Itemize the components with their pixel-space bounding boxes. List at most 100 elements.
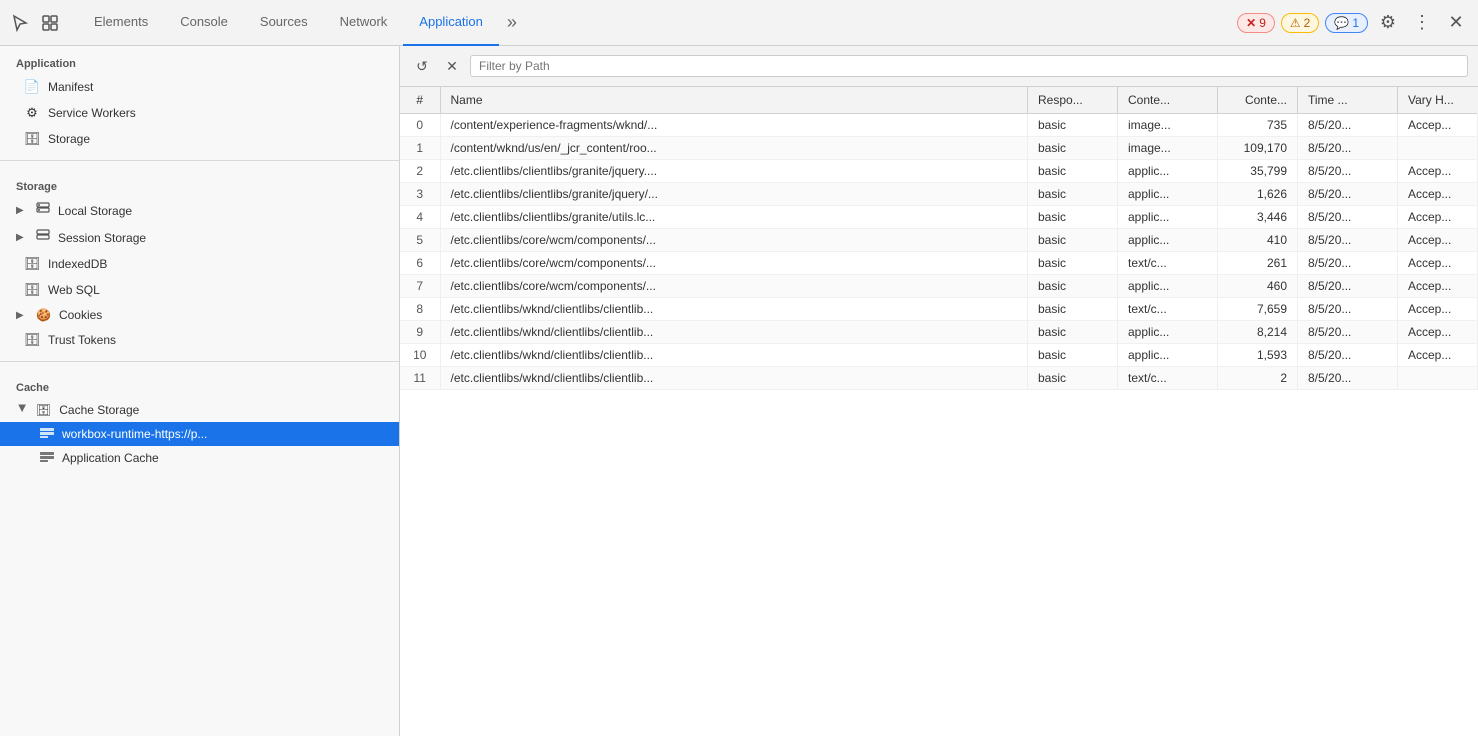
filter-bar: ↺ ✕ — [400, 46, 1478, 87]
table-row[interactable]: 5/etc.clientlibs/core/wcm/components/...… — [400, 229, 1478, 252]
sidebar-item-app-cache[interactable]: Application Cache — [0, 446, 399, 470]
table-cell-num: 7 — [400, 275, 440, 298]
col-header-name[interactable]: Name — [440, 87, 1028, 114]
table-row[interactable]: 9/etc.clientlibs/wknd/clientlibs/clientl… — [400, 321, 1478, 344]
table-cell-resp: basic — [1028, 367, 1118, 390]
table-cell-resp: basic — [1028, 183, 1118, 206]
table-cell-time: 8/5/20... — [1298, 229, 1398, 252]
manifest-label: Manifest — [48, 80, 383, 94]
table-cell-clen: 735 — [1218, 114, 1298, 137]
table-cell-clen: 7,659 — [1218, 298, 1298, 321]
table-cell-clen: 2 — [1218, 367, 1298, 390]
table-header-row: # Name Respo... Conte... Conte... Time .… — [400, 87, 1478, 114]
table-row[interactable]: 0/content/experience-fragments/wknd/...b… — [400, 114, 1478, 137]
table-row[interactable]: 2/etc.clientlibs/clientlibs/granite/jque… — [400, 160, 1478, 183]
sidebar-item-cookies[interactable]: ▶ 🍪 Cookies — [0, 303, 399, 327]
table-cell-name: /etc.clientlibs/wknd/clientlibs/clientli… — [440, 344, 1028, 367]
refresh-button[interactable]: ↺ — [410, 54, 434, 78]
table-cell-ctype: applic... — [1118, 183, 1218, 206]
local-storage-arrow: ▶ — [16, 205, 28, 216]
table-cell-num: 5 — [400, 229, 440, 252]
table-cell-resp: basic — [1028, 321, 1118, 344]
col-header-time[interactable]: Time ... — [1298, 87, 1398, 114]
sidebar-item-workbox[interactable]: workbox-runtime-https://p... — [0, 422, 399, 446]
table-cell-num: 8 — [400, 298, 440, 321]
table-cell-resp: basic — [1028, 229, 1118, 252]
application-section-label: Application — [0, 46, 399, 74]
table-cell-ctype: image... — [1118, 114, 1218, 137]
table-row[interactable]: 6/etc.clientlibs/core/wcm/components/...… — [400, 252, 1478, 275]
table-cell-vary: Accep... — [1398, 275, 1478, 298]
tab-application[interactable]: Application — [403, 0, 499, 46]
table-row[interactable]: 10/etc.clientlibs/wknd/clientlibs/client… — [400, 344, 1478, 367]
col-header-vary[interactable]: Vary H... — [1398, 87, 1478, 114]
error-icon: ✕ — [1246, 16, 1256, 30]
sidebar-item-manifest[interactable]: 📄 Manifest — [0, 74, 399, 100]
table-cell-num: 1 — [400, 137, 440, 160]
tab-console[interactable]: Console — [164, 0, 244, 46]
msg-count: 1 — [1352, 16, 1359, 30]
table-cell-clen: 35,799 — [1218, 160, 1298, 183]
tab-sources[interactable]: Sources — [244, 0, 324, 46]
warn-count: 2 — [1304, 16, 1311, 30]
table-cell-name: /etc.clientlibs/clientlibs/granite/jquer… — [440, 183, 1028, 206]
table-cell-vary: Accep... — [1398, 206, 1478, 229]
table-cell-resp: basic — [1028, 344, 1118, 367]
warn-badge[interactable]: ⚠ 2 — [1281, 13, 1319, 33]
settings-button[interactable]: ⚙ — [1374, 9, 1402, 37]
sidebar-item-storage[interactable]: 🗄 Storage — [0, 126, 399, 152]
websql-label: Web SQL — [48, 283, 383, 297]
cache-storage-icon: 🗄 — [36, 403, 51, 417]
sidebar-item-websql[interactable]: 🗄 Web SQL — [0, 277, 399, 303]
table-cell-ctype: applic... — [1118, 206, 1218, 229]
table-cell-name: /etc.clientlibs/wknd/clientlibs/clientli… — [440, 367, 1028, 390]
inspect-icon[interactable] — [38, 11, 62, 35]
sidebar-item-indexeddb[interactable]: 🗄 IndexedDB — [0, 251, 399, 277]
col-header-num: # — [400, 87, 440, 114]
table-cell-resp: basic — [1028, 137, 1118, 160]
table-row[interactable]: 1/content/wknd/us/en/_jcr_content/roo...… — [400, 137, 1478, 160]
error-badge[interactable]: ✕ 9 — [1237, 13, 1275, 33]
table-row[interactable]: 4/etc.clientlibs/clientlibs/granite/util… — [400, 206, 1478, 229]
storage-icon: 🗄 — [24, 131, 40, 147]
session-storage-icon — [36, 229, 50, 246]
sidebar-item-trust-tokens[interactable]: 🗄 Trust Tokens — [0, 327, 399, 353]
table-cell-name: /etc.clientlibs/wknd/clientlibs/clientli… — [440, 298, 1028, 321]
table-row[interactable]: 7/etc.clientlibs/core/wcm/components/...… — [400, 275, 1478, 298]
table-cell-vary — [1398, 137, 1478, 160]
filter-input[interactable] — [470, 55, 1468, 77]
close-button[interactable]: ✕ — [1442, 9, 1470, 37]
msg-icon: 💬 — [1334, 16, 1349, 30]
msg-badge[interactable]: 💬 1 — [1325, 13, 1368, 33]
tab-elements[interactable]: Elements — [78, 0, 164, 46]
main-layout: Application 📄 Manifest ⚙ Service Workers… — [0, 46, 1478, 736]
col-header-content-type[interactable]: Conte... — [1118, 87, 1218, 114]
table-row[interactable]: 3/etc.clientlibs/clientlibs/granite/jque… — [400, 183, 1478, 206]
sidebar-item-session-storage[interactable]: ▶ Session Storage — [0, 224, 399, 251]
clear-button[interactable]: ✕ — [440, 54, 464, 78]
content-panel: ↺ ✕ # Name Respo... Conte... Conte... Ti… — [400, 46, 1478, 736]
sidebar-item-service-workers[interactable]: ⚙ Service Workers — [0, 100, 399, 126]
table-body: 0/content/experience-fragments/wknd/...b… — [400, 114, 1478, 390]
cursor-icon[interactable] — [8, 11, 32, 35]
table-row[interactable]: 11/etc.clientlibs/wknd/clientlibs/client… — [400, 367, 1478, 390]
websql-icon: 🗄 — [24, 282, 40, 298]
table-cell-vary: Accep... — [1398, 321, 1478, 344]
col-header-content-length[interactable]: Conte... — [1218, 87, 1298, 114]
sidebar-item-cache-storage[interactable]: ▶ 🗄 Cache Storage — [0, 398, 399, 422]
table-row[interactable]: 8/etc.clientlibs/wknd/clientlibs/clientl… — [400, 298, 1478, 321]
table-cell-ctype: image... — [1118, 137, 1218, 160]
col-header-response[interactable]: Respo... — [1028, 87, 1118, 114]
table-cell-ctype: applic... — [1118, 160, 1218, 183]
more-tabs-button[interactable]: » — [499, 0, 525, 46]
storage-label: Storage — [48, 132, 383, 146]
sidebar-item-local-storage[interactable]: ▶ Local Storage — [0, 197, 399, 224]
table-cell-ctype: applic... — [1118, 321, 1218, 344]
table-cell-clen: 8,214 — [1218, 321, 1298, 344]
local-storage-icon — [36, 202, 50, 219]
table-cell-clen: 3,446 — [1218, 206, 1298, 229]
tab-network[interactable]: Network — [324, 0, 404, 46]
more-options-button[interactable]: ⋮ — [1408, 9, 1436, 37]
workbox-label: workbox-runtime-https://p... — [62, 427, 207, 441]
indexeddb-label: IndexedDB — [48, 257, 383, 271]
